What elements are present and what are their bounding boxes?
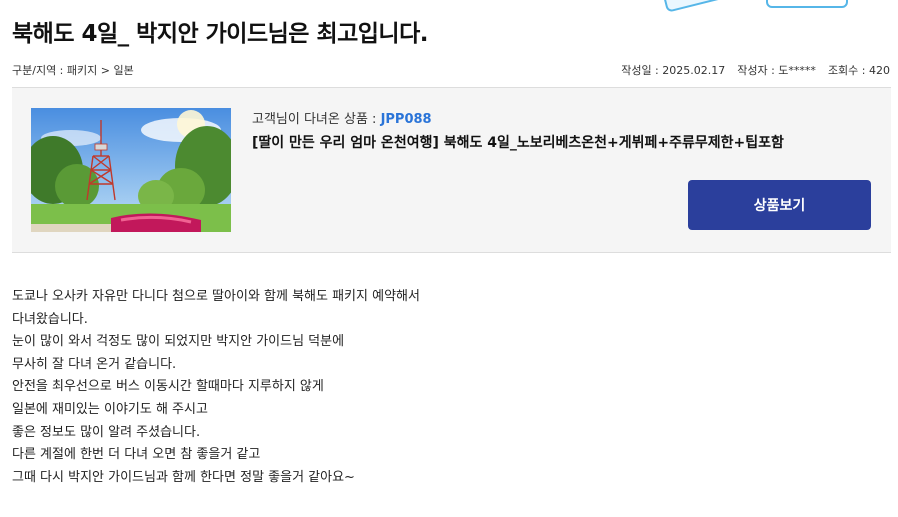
product-code: JPP088: [380, 112, 432, 127]
review-line: 일본에 재미있는 이야기도 해 주시고: [12, 401, 208, 417]
review-page: 북해도 4일_ 박지안 가이드님은 최고입니다. 구분/지역 : 패키지 > 일…: [0, 0, 898, 517]
review-line: 다른 계절에 한번 더 다녀 오면 참 좋을거 같고: [12, 447, 261, 463]
decorative-tag-shape: [662, 0, 724, 13]
visited-product-label: 고객님이 다녀온 상품 : JPP088: [252, 108, 432, 127]
review-body: 도쿄나 오사카 자유만 다니다 첨으로 딸아이와 함께 북해도 패키지 예약해서…: [12, 286, 420, 489]
category-breadcrumb: 구분/지역 : 패키지 > 일본: [12, 64, 134, 77]
post-views: 조회수 : 420: [827, 64, 890, 77]
page-title: 북해도 4일_ 박지안 가이드님은 최고입니다.: [12, 21, 429, 47]
post-date: 작성일 : 2025.02.17: [621, 64, 726, 77]
review-line: 그때 다시 박지안 가이드님과 함께 한다면 정말 좋을거 같아요~: [12, 469, 355, 485]
post-meta: 구분/지역 : 패키지 > 일본 작성일 : 2025.02.17 작성자 : …: [12, 62, 890, 78]
visited-product-card: 고객님이 다녀온 상품 : JPP088 [딸이 만든 우리 엄마 온천여행] …: [12, 87, 891, 253]
review-line: 좋은 정보도 많이 알려 주셨습니다.: [12, 424, 201, 440]
review-line: 안전을 최우선으로 버스 이동시간 할때마다 지루하지 않게: [12, 379, 324, 395]
post-author: 작성자 : 도*****: [737, 64, 816, 77]
view-product-button[interactable]: 상품보기: [688, 180, 871, 230]
decorative-button-shape: [766, 0, 848, 8]
post-meta-right: 작성일 : 2025.02.17 작성자 : 도***** 조회수 : 420: [621, 62, 890, 78]
review-line: 무사히 잘 다녀 온거 같습니다.: [12, 356, 177, 372]
visited-label-text: 고객님이 다녀온 상품 :: [252, 112, 381, 127]
review-line: 눈이 많이 와서 걱정도 많이 되었지만 박지안 가이드님 덕분에: [12, 334, 345, 350]
review-line: 다녀왔습니다.: [12, 311, 88, 327]
product-name-link[interactable]: [딸이 만든 우리 엄마 온천여행] 북해도 4일_노보리베츠온천+게뷔페+주류…: [252, 132, 784, 152]
product-image[interactable]: [31, 108, 231, 232]
review-line: 도쿄나 오사카 자유만 다니다 첨으로 딸아이와 함께 북해도 패키지 예약해서: [12, 289, 420, 304]
